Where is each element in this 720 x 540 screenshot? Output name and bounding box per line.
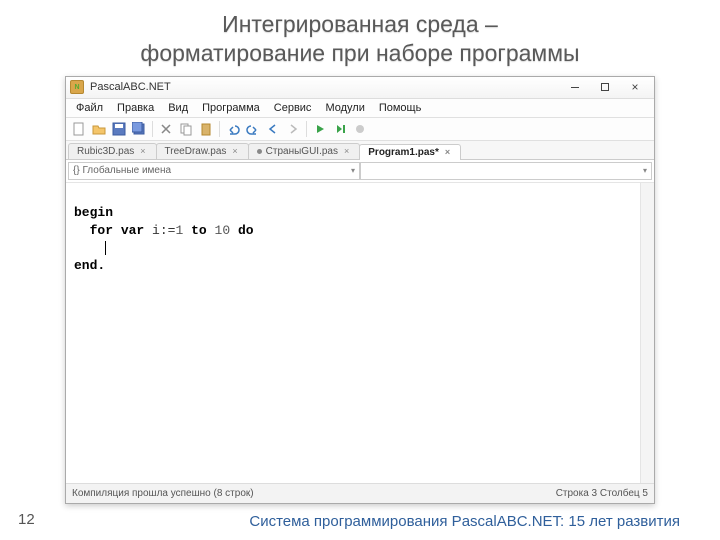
tab-close-icon[interactable]: × xyxy=(232,146,237,156)
maximize-icon xyxy=(601,83,609,91)
save-all-button[interactable] xyxy=(130,120,148,138)
vertical-scrollbar[interactable] xyxy=(640,183,654,483)
maximize-button[interactable] xyxy=(590,79,620,95)
dirty-dot-icon xyxy=(257,149,262,154)
statusbar: Компиляция прошла успешно (8 строк) Стро… xyxy=(66,483,654,503)
new-file-button[interactable] xyxy=(70,120,88,138)
tab-treedraw[interactable]: TreeDraw.pas × xyxy=(156,143,249,159)
scope-bar: {} Глобальные имена ▾ ▾ xyxy=(66,160,654,183)
scope-combo[interactable]: {} Глобальные имена ▾ xyxy=(68,162,360,180)
menu-help[interactable]: Помощь xyxy=(373,101,428,115)
menu-modules[interactable]: Модули xyxy=(319,101,370,115)
kw-do: do xyxy=(238,223,254,238)
toolbar xyxy=(66,118,654,141)
nav-fwd-button[interactable] xyxy=(284,120,302,138)
slide-number: 12 xyxy=(18,511,35,528)
tab-close-icon[interactable]: × xyxy=(344,146,349,156)
menu-service[interactable]: Сервис xyxy=(268,101,318,115)
chevron-down-icon: ▾ xyxy=(643,166,647,175)
status-compile: Компиляция прошла успешно (8 строк) xyxy=(72,488,254,499)
tab-label: СтраныGUI.pas xyxy=(266,146,338,157)
kw-end: end. xyxy=(74,258,105,273)
nav-back-button[interactable] xyxy=(264,120,282,138)
tab-close-icon[interactable]: × xyxy=(140,146,145,156)
toolbar-separator xyxy=(306,121,307,137)
lit-10: 10 xyxy=(215,223,231,238)
tab-close-icon[interactable]: × xyxy=(445,147,450,157)
copy-button[interactable] xyxy=(177,120,195,138)
scope-label: {} Глобальные имена xyxy=(73,165,171,176)
code-editor[interactable]: begin for var i:=1 to 10 do end. xyxy=(66,183,654,483)
close-button[interactable]: × xyxy=(620,79,650,95)
tab-label: TreeDraw.pas xyxy=(165,146,227,157)
stop-button[interactable] xyxy=(351,120,369,138)
chevron-down-icon: ▾ xyxy=(351,166,355,175)
tab-rubic3d[interactable]: Rubic3D.pas × xyxy=(68,143,157,159)
ident-i: i xyxy=(152,223,160,238)
slide-footer: Система программирования PascalABC.NET: … xyxy=(249,513,680,530)
kw-begin: begin xyxy=(74,205,113,220)
menubar: Файл Правка Вид Программа Сервис Модули … xyxy=(66,99,654,118)
slide-title-line2: форматирование при наборе программы xyxy=(140,40,579,66)
slide-title: Интегрированная среда – форматирование п… xyxy=(0,0,720,76)
redo-button[interactable] xyxy=(244,120,262,138)
cut-button[interactable] xyxy=(157,120,175,138)
save-button[interactable] xyxy=(110,120,128,138)
menu-program[interactable]: Программа xyxy=(196,101,266,115)
menu-view[interactable]: Вид xyxy=(162,101,194,115)
run-button[interactable] xyxy=(311,120,329,138)
titlebar[interactable]: N PascalABC.NET × xyxy=(66,77,654,99)
step-button[interactable] xyxy=(331,120,349,138)
kw-to: to xyxy=(191,223,207,238)
menu-edit[interactable]: Правка xyxy=(111,101,160,115)
toolbar-separator xyxy=(152,121,153,137)
minimize-icon xyxy=(571,87,579,88)
tab-bar: Rubic3D.pas × TreeDraw.pas × СтраныGUI.pas… xyxy=(66,141,654,160)
ide-window: N PascalABC.NET × Файл Правка Вид Програ… xyxy=(65,76,655,504)
tab-program1[interactable]: Program1.pas* × xyxy=(359,144,461,160)
tab-countries[interactable]: СтраныGUI.pas × xyxy=(248,143,361,159)
close-icon: × xyxy=(631,81,638,93)
kw-var: var xyxy=(121,223,144,238)
kw-for: for xyxy=(90,223,113,238)
tab-label: Rubic3D.pas xyxy=(77,146,134,157)
menu-file[interactable]: Файл xyxy=(70,101,109,115)
slide-title-line1: Интегрированная среда – xyxy=(222,11,498,37)
toolbar-separator xyxy=(219,121,220,137)
text-cursor xyxy=(105,241,106,255)
window-title: PascalABC.NET xyxy=(90,81,560,93)
tab-label: Program1.pas* xyxy=(368,147,439,158)
status-caret-pos: Строка 3 Столбец 5 xyxy=(556,488,648,499)
minimize-button[interactable] xyxy=(560,79,590,95)
undo-button[interactable] xyxy=(224,120,242,138)
op-assign: := xyxy=(160,223,176,238)
paste-button[interactable] xyxy=(197,120,215,138)
member-combo[interactable]: ▾ xyxy=(360,162,652,180)
open-file-button[interactable] xyxy=(90,120,108,138)
lit-1: 1 xyxy=(175,223,183,238)
app-icon: N xyxy=(70,80,84,94)
